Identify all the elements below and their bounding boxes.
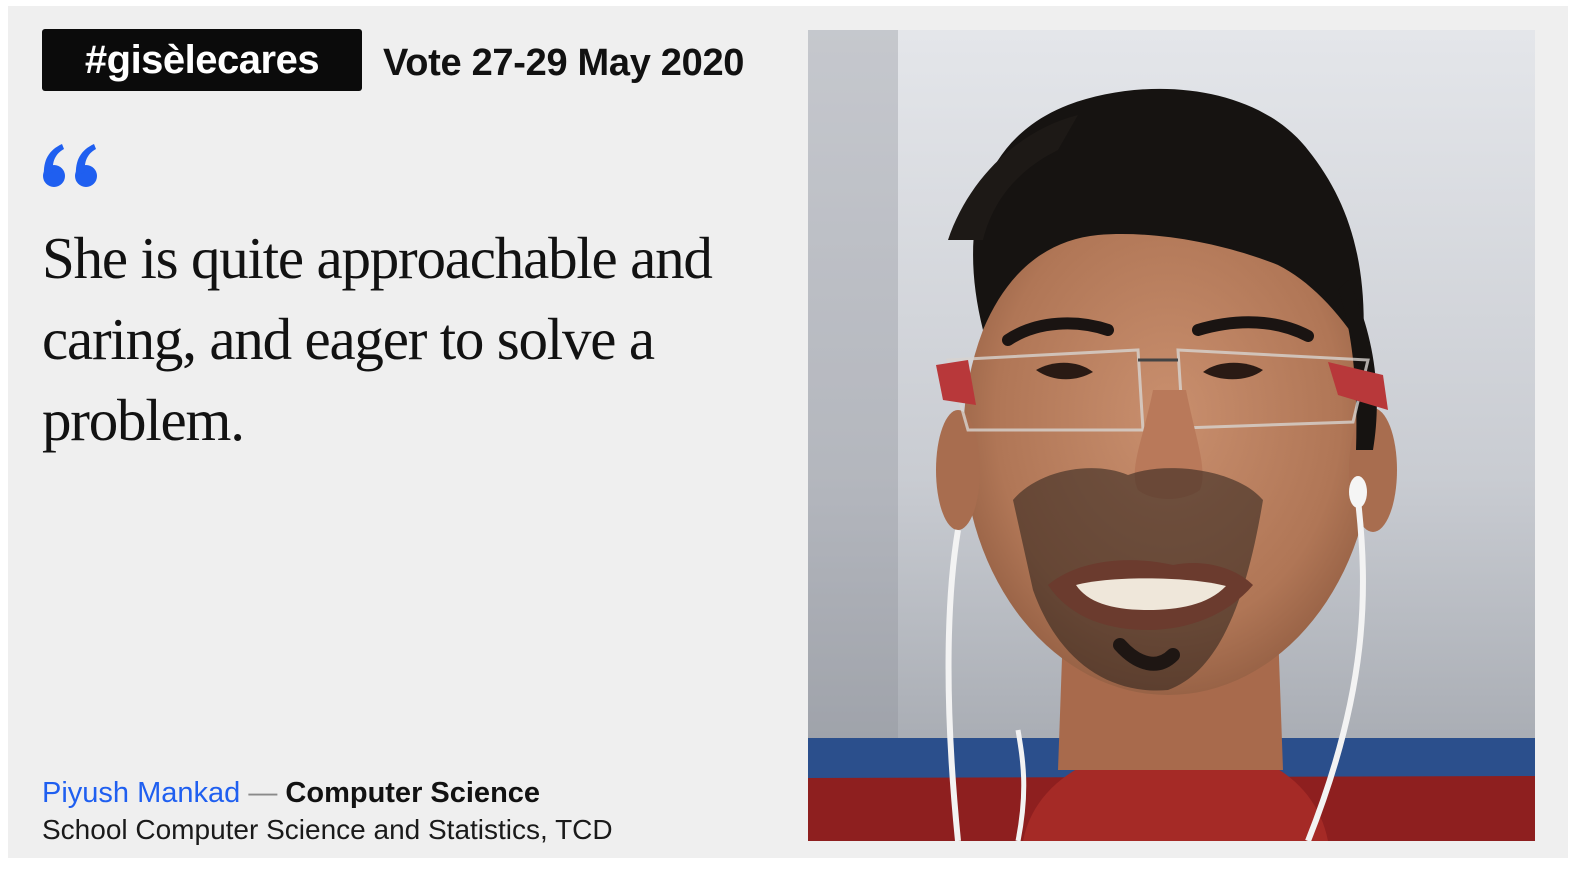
opening-quote-icon (43, 144, 97, 187)
quote-text: She is quite approachable and caring, an… (42, 225, 713, 453)
vote-dates: Vote 27-29 May 2020 (383, 42, 745, 84)
course-name: Computer Science (285, 777, 541, 809)
attribution-line: Piyush Mankad — Computer Science (42, 774, 540, 812)
portrait-photo (808, 30, 1535, 841)
person-name: Piyush Mankad (42, 777, 241, 809)
hashtag-badge: #gisèlecares (42, 29, 362, 91)
school-name: School Computer Science and Statistics, … (42, 814, 613, 845)
separator: — (248, 777, 278, 809)
